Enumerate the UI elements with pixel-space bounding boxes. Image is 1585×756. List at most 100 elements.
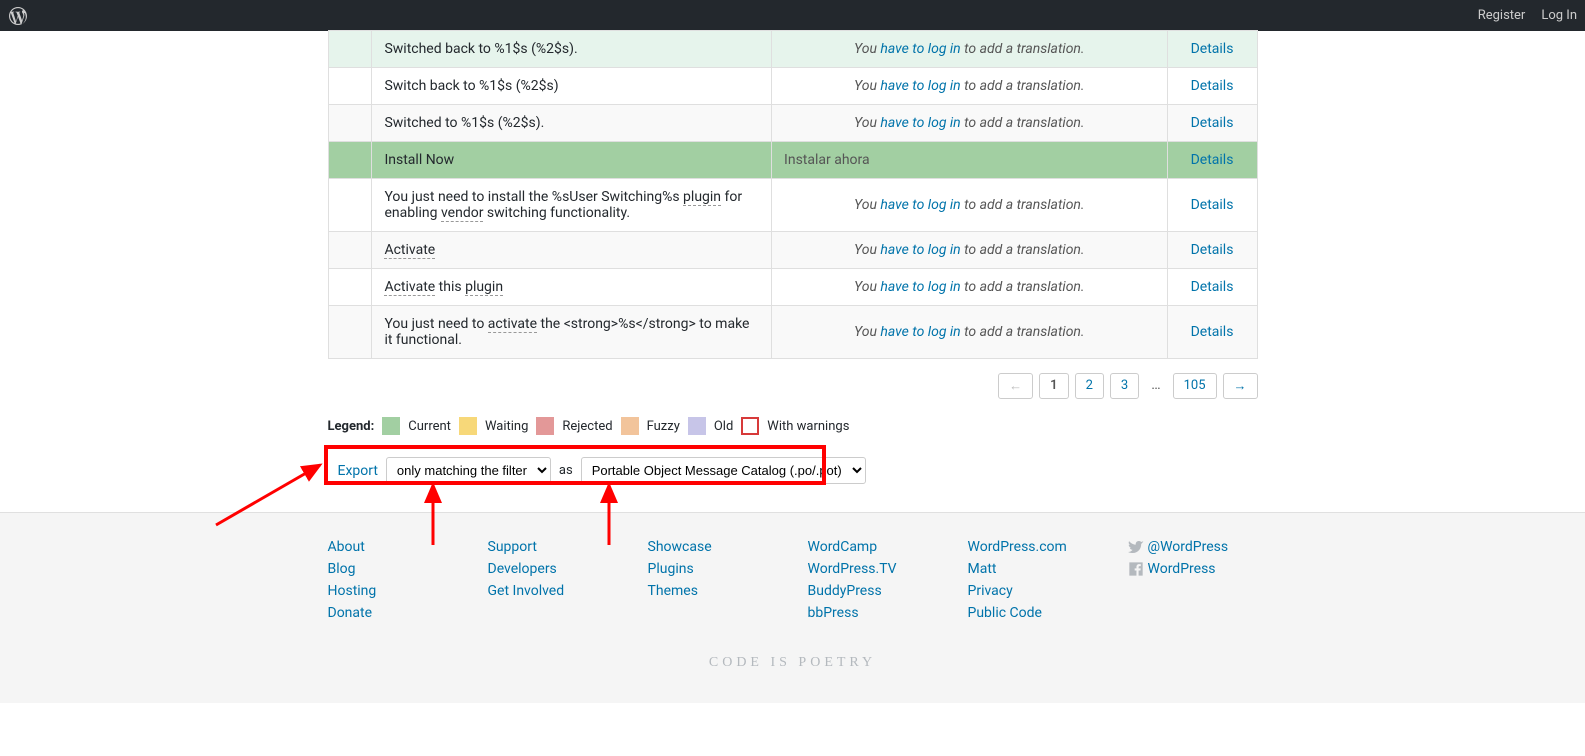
- original-cell: Install Now: [372, 142, 772, 179]
- original-cell: You just need to activate the <strong>%s…: [372, 306, 772, 359]
- original-text: switching functionality.: [483, 205, 630, 221]
- login-prompt-pre: You: [854, 41, 880, 57]
- priority-cell: [328, 306, 372, 359]
- details-cell: Details: [1167, 232, 1257, 269]
- original-cell: Activate: [372, 232, 772, 269]
- original-text: this: [435, 279, 465, 295]
- footer-plugins[interactable]: Plugins: [648, 561, 768, 577]
- details-cell: Details: [1167, 179, 1257, 232]
- details-link[interactable]: Details: [1191, 152, 1234, 168]
- table-row: You just need to activate the <strong>%s…: [328, 306, 1257, 359]
- translations-table: Switched back to %1$s (%2$s).You have to…: [328, 30, 1258, 359]
- admin-toolbar: Register Log In: [0, 0, 1585, 31]
- login-prompt-link[interactable]: have to log in: [880, 242, 960, 258]
- footer-support[interactable]: Support: [488, 539, 608, 555]
- original-cell: Switched back to %1$s (%2$s).: [372, 31, 772, 68]
- original-text: Switched to %1$s (%2$s).: [384, 115, 544, 131]
- swatch-rejected: [536, 417, 554, 435]
- login-prompt-post: to add a translation.: [961, 324, 1085, 340]
- wordpress-logo-icon[interactable]: [8, 6, 28, 26]
- original-text: activate: [488, 316, 537, 333]
- footer-buddypress[interactable]: BuddyPress: [808, 583, 928, 599]
- export-link[interactable]: Export: [338, 463, 378, 479]
- footer-about[interactable]: About: [328, 539, 448, 555]
- page-2[interactable]: 2: [1075, 373, 1104, 399]
- login-prompt-post: to add a translation.: [961, 41, 1085, 57]
- details-link[interactable]: Details: [1191, 324, 1234, 340]
- details-link[interactable]: Details: [1191, 78, 1234, 94]
- details-cell: Details: [1167, 68, 1257, 105]
- translation-cell: You have to log in to add a translation.: [772, 68, 1167, 105]
- footer-wptv[interactable]: WordPress.TV: [808, 561, 928, 577]
- facebook-icon: [1128, 561, 1144, 577]
- login-prompt-post: to add a translation.: [961, 197, 1085, 213]
- details-link[interactable]: Details: [1191, 41, 1234, 57]
- footer-hosting[interactable]: Hosting: [328, 583, 448, 599]
- priority-cell: [328, 68, 372, 105]
- table-row: Activate this pluginYou have to log in t…: [328, 269, 1257, 306]
- legend-warnings: With warnings: [767, 419, 849, 434]
- footer-twitter[interactable]: @WordPress: [1128, 539, 1248, 555]
- original-text: Install Now: [384, 152, 454, 168]
- footer-facebook[interactable]: WordPress: [1128, 561, 1248, 577]
- login-prompt-link[interactable]: have to log in: [880, 115, 960, 131]
- page-3[interactable]: 3: [1110, 373, 1139, 399]
- footer-publiccode[interactable]: Public Code: [968, 605, 1088, 621]
- login-prompt-pre: You: [854, 279, 880, 295]
- login-prompt-link[interactable]: have to log in: [880, 279, 960, 295]
- footer-matt[interactable]: Matt: [968, 561, 1088, 577]
- footer-twitter-label: @WordPress: [1148, 539, 1229, 555]
- original-text: Switch back to %1$s (%2$s): [384, 78, 558, 94]
- login-prompt-pre: You: [854, 197, 880, 213]
- footer-wpcom[interactable]: WordPress.com: [968, 539, 1088, 555]
- table-row: Switched back to %1$s (%2$s). You have to…: [328, 31, 1257, 68]
- login-prompt-link[interactable]: have to log in: [880, 41, 960, 57]
- translation-cell: You have to log in to add a translation.: [772, 179, 1167, 232]
- footer-donate[interactable]: Donate: [328, 605, 448, 621]
- details-link[interactable]: Details: [1191, 197, 1234, 213]
- details-link[interactable]: Details: [1191, 242, 1234, 258]
- export-as-label: as: [559, 463, 573, 478]
- translation-cell: Instalar ahora: [772, 142, 1167, 179]
- details-link[interactable]: Details: [1191, 279, 1234, 295]
- login-prompt-link[interactable]: have to log in: [880, 197, 960, 213]
- register-link[interactable]: Register: [1478, 8, 1526, 23]
- original-text: Activate: [384, 242, 435, 259]
- original-cell: You just need to install the %sUser Swit…: [372, 179, 772, 232]
- login-prompt-link[interactable]: have to log in: [880, 78, 960, 94]
- footer-developers[interactable]: Developers: [488, 561, 608, 577]
- legend-current: Current: [408, 419, 451, 434]
- original-text: You just need to: [384, 316, 487, 332]
- login-prompt-post: to add a translation.: [961, 78, 1085, 94]
- footer-showcase[interactable]: Showcase: [648, 539, 768, 555]
- login-link[interactable]: Log In: [1541, 8, 1577, 23]
- footer-col-6: @WordPress WordPress: [1128, 539, 1248, 621]
- original-text: vendor: [441, 205, 483, 222]
- footer-blog[interactable]: Blog: [328, 561, 448, 577]
- priority-cell: [328, 31, 372, 68]
- footer-privacy[interactable]: Privacy: [968, 583, 1088, 599]
- original-text: plugin: [683, 189, 721, 206]
- original-cell: Activate this plugin: [372, 269, 772, 306]
- footer-getinvolved[interactable]: Get Involved: [488, 583, 608, 599]
- footer-bbpress[interactable]: bbPress: [808, 605, 928, 621]
- original-text: You just need to install the %sUser Swit…: [384, 189, 683, 205]
- footer-col-3: Showcase Plugins Themes: [648, 539, 768, 621]
- footer-wordcamp[interactable]: WordCamp: [808, 539, 928, 555]
- footer-themes[interactable]: Themes: [648, 583, 768, 599]
- login-prompt-link[interactable]: have to log in: [880, 324, 960, 340]
- legend-rejected: Rejected: [562, 419, 612, 434]
- original-cell: Switched to %1$s (%2$s).: [372, 105, 772, 142]
- page-current: 1: [1039, 373, 1068, 399]
- login-prompt-post: to add a translation.: [961, 279, 1085, 295]
- details-link[interactable]: Details: [1191, 115, 1234, 131]
- table-row: Switch back to %1$s (%2$s) You have to lo…: [328, 68, 1257, 105]
- export-format-select[interactable]: Portable Object Message Catalog (.po/.po…: [581, 457, 866, 484]
- legend-fuzzy: Fuzzy: [647, 419, 680, 434]
- page-next[interactable]: →: [1223, 373, 1258, 399]
- footer: About Blog Hosting Donate Support Develo…: [0, 512, 1585, 703]
- translation-cell: You have to log in to add a translation.: [772, 269, 1167, 306]
- export-scope-select[interactable]: only matching the filter: [386, 457, 551, 484]
- details-cell: Details: [1167, 142, 1257, 179]
- page-last[interactable]: 105: [1173, 373, 1217, 399]
